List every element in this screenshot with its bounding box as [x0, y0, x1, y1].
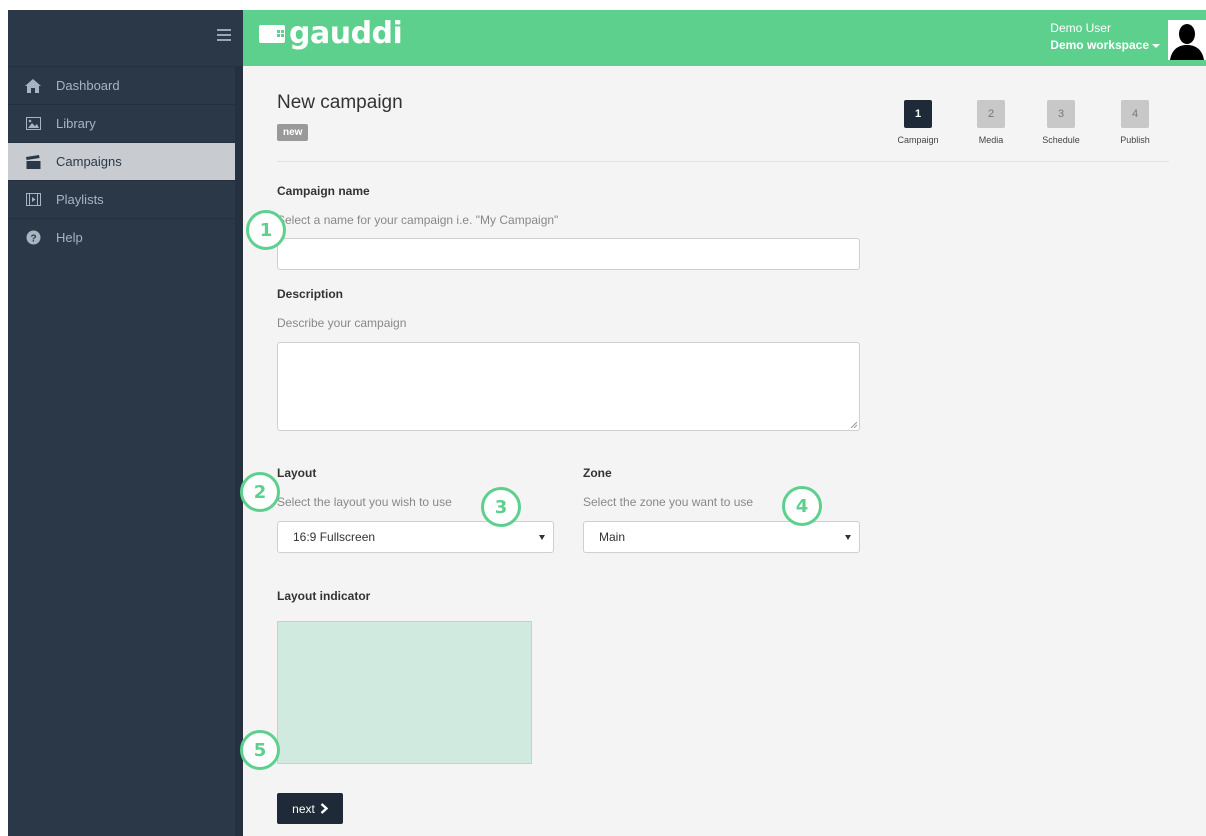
sidebar-item-library[interactable]: Library — [8, 104, 243, 142]
description-help: Describe your campaign — [277, 316, 407, 330]
step-label: Publish — [1120, 135, 1150, 145]
layout-indicator-zone[interactable] — [277, 621, 532, 764]
campaign-name-input[interactable] — [277, 238, 860, 270]
step-number: 2 — [977, 100, 1005, 128]
zone-select-value: Main — [599, 530, 626, 544]
user-menu[interactable]: Demo User Demo workspace — [1050, 21, 1160, 52]
sidebar-item-label: Library — [56, 116, 96, 131]
sidebar-item-campaigns[interactable]: Campaigns — [8, 142, 243, 180]
layout-select[interactable]: 16:9 Fullscreen — [277, 521, 554, 553]
resize-handle-icon[interactable] — [850, 421, 857, 428]
sidebar: Dashboard Library Campaigns Playlists ? … — [8, 10, 243, 836]
callout-marker-3: 3 — [481, 487, 521, 527]
callout-marker-4: 4 — [782, 486, 822, 526]
workspace-row: Demo workspace — [1050, 38, 1160, 52]
sidebar-item-dashboard[interactable]: Dashboard — [8, 66, 243, 104]
description-label: Description — [277, 287, 344, 301]
step-number: 3 — [1047, 100, 1075, 128]
main-content: New campaign new 1 Campaign 2 Media 3 Sc… — [243, 66, 1206, 836]
chevron-right-icon — [320, 803, 328, 814]
callout-marker-1: 1 — [246, 210, 286, 250]
wizard-steps: 1 Campaign 2 Media 3 Schedule 4 Publish — [888, 100, 1168, 160]
layout-label: Layout — [277, 466, 317, 480]
hamburger-menu-icon[interactable] — [217, 29, 231, 41]
home-icon — [24, 78, 42, 94]
clapperboard-icon — [24, 154, 42, 170]
step-publish[interactable]: 4 Publish — [1105, 100, 1165, 145]
description-textarea[interactable] — [277, 342, 860, 431]
caret-down-icon — [1152, 43, 1160, 48]
sidebar-item-label: Campaigns — [56, 154, 122, 169]
page-title: New campaign — [277, 92, 403, 113]
sidebar-item-label: Playlists — [56, 192, 104, 207]
workspace-name: Demo workspace — [1050, 38, 1149, 52]
dropdown-arrow-icon — [845, 535, 851, 540]
sidebar-top — [8, 10, 243, 66]
step-label: Media — [978, 135, 1004, 145]
campaign-name-help: Select a name for your campaign i.e. "My… — [277, 213, 559, 227]
sidebar-item-help[interactable]: ? Help — [8, 218, 243, 256]
sidebar-edge — [235, 66, 243, 836]
step-number: 4 — [1121, 100, 1149, 128]
question-circle-icon: ? — [24, 230, 42, 246]
next-button[interactable]: next — [277, 793, 343, 824]
dropdown-arrow-icon — [539, 535, 545, 540]
sidebar-item-label: Dashboard — [56, 78, 120, 93]
sidebar-item-playlists[interactable]: Playlists — [8, 180, 243, 218]
campaign-name-label: Campaign name — [277, 184, 370, 198]
zone-label: Zone — [583, 466, 612, 480]
avatar[interactable] — [1168, 20, 1206, 60]
status-badge: new — [277, 124, 309, 141]
logo-text: gauddi — [289, 16, 403, 51]
step-media[interactable]: 2 Media — [961, 100, 1021, 145]
image-icon — [24, 116, 42, 132]
step-schedule[interactable]: 3 Schedule — [1031, 100, 1091, 145]
zone-select[interactable]: Main — [583, 521, 860, 553]
step-campaign[interactable]: 1 Campaign — [888, 100, 948, 145]
app-frame: Dashboard Library Campaigns Playlists ? … — [8, 10, 1206, 836]
step-label: Schedule — [1042, 135, 1080, 145]
divider — [277, 161, 1169, 162]
user-silhouette-icon — [1170, 24, 1204, 60]
step-number: 1 — [904, 100, 932, 128]
user-name: Demo User — [1050, 21, 1111, 35]
logo[interactable]: gauddi — [259, 16, 403, 51]
step-label: Campaign — [897, 135, 939, 145]
film-icon — [24, 192, 42, 208]
svg-text:?: ? — [30, 233, 36, 244]
top-header: gauddi Demo User Demo workspace — [243, 10, 1206, 66]
next-button-label: next — [292, 801, 315, 816]
layout-indicator-label: Layout indicator — [277, 589, 371, 603]
layout-help: Select the layout you wish to use — [277, 495, 452, 509]
logo-mark-icon — [259, 24, 285, 43]
callout-marker-5: 5 — [240, 730, 280, 770]
layout-select-value: 16:9 Fullscreen — [293, 530, 376, 544]
zone-help: Select the zone you want to use — [583, 495, 754, 509]
callout-marker-2: 2 — [240, 472, 280, 512]
sidebar-item-label: Help — [56, 230, 83, 245]
